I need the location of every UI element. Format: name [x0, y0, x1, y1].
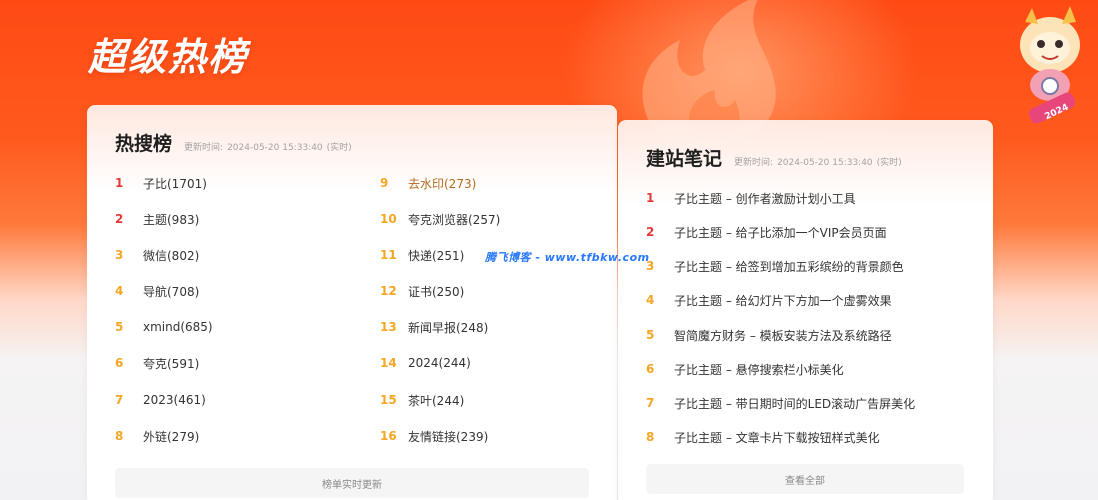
- rank-text[interactable]: 去水印(273): [408, 175, 476, 192]
- rank-text[interactable]: 主题(983): [143, 211, 199, 228]
- notes-item-4[interactable]: 4 子比主题 – 给幻灯片下方加一个虚雾效果: [646, 290, 892, 310]
- notes-item-5[interactable]: 5 智简魔方财务 – 模板安装方法及系统路径: [646, 325, 892, 345]
- rank-text[interactable]: 微信(802): [143, 247, 199, 264]
- notes-item-3[interactable]: 3 子比主题 – 给签到增加五彩缤纷的背景颜色: [646, 256, 904, 276]
- rank-number: 6: [646, 362, 655, 376]
- notes-item-8[interactable]: 8 子比主题 – 文章卡片下载按钮样式美化: [646, 427, 880, 447]
- realtime-tag: (实时): [326, 143, 352, 153]
- rank-text[interactable]: 子比(1701): [143, 175, 207, 192]
- update-label: 更新时间:: [184, 143, 224, 153]
- hot-search-item-9[interactable]: 9 去水印(273): [380, 173, 476, 193]
- notes-item-6[interactable]: 6 子比主题 – 悬停搜索栏小标美化: [646, 359, 844, 379]
- notes-item-1[interactable]: 1 子比主题 – 创作者激励计划小工具: [646, 188, 856, 208]
- hot-search-item-14[interactable]: 14 2024(244): [380, 353, 471, 373]
- notes-update-time: 更新时间: 2024-05-20 15:33:40 (实时): [734, 155, 906, 168]
- update-time: 2024-05-20 15:33:40: [227, 143, 323, 153]
- rank-text[interactable]: 新闻早报(248): [408, 319, 488, 336]
- rank-number: 1: [115, 176, 124, 190]
- rank-text[interactable]: 夸克浏览器(257): [408, 211, 500, 228]
- notes-title: 建站笔记: [646, 148, 723, 170]
- note-link[interactable]: 子比主题 – 创作者激励计划小工具: [674, 190, 856, 207]
- notes-card: 建站笔记 更新时间: 2024-05-20 15:33:40 (实时) 1 子比主题 …: [618, 120, 993, 500]
- rank-number: 8: [115, 429, 124, 443]
- rank-number: 4: [115, 284, 124, 298]
- rank-text[interactable]: 快递(251): [408, 247, 464, 264]
- hot-search-item-11[interactable]: 11 快递(251): [380, 245, 464, 265]
- notes-header: 建站笔记 更新时间: 2024-05-20 15:33:40 (实时): [646, 144, 906, 171]
- rank-number: 7: [646, 396, 655, 410]
- rank-text[interactable]: xmind(685): [143, 320, 213, 334]
- rank-number: 3: [115, 248, 124, 262]
- note-link[interactable]: 智简魔方财务 – 模板安装方法及系统路径: [674, 327, 892, 344]
- hot-search-item-6[interactable]: 6 夸克(591): [115, 353, 199, 373]
- rank-number: 1: [646, 191, 655, 205]
- rank-number: 10: [380, 212, 397, 226]
- rank-text[interactable]: 夸克(591): [143, 355, 199, 372]
- rank-number: 14: [380, 356, 397, 370]
- rank-number: 16: [380, 429, 397, 443]
- rank-number: 6: [115, 356, 124, 370]
- hot-search-item-15[interactable]: 15 茶叶(244): [380, 390, 464, 410]
- watermark-text: 腾飞博客 - www.tfbkw.com: [485, 251, 650, 264]
- hot-search-item-16[interactable]: 16 友情链接(239): [380, 426, 488, 446]
- note-link[interactable]: 子比主题 – 给幻灯片下方加一个虚雾效果: [674, 292, 892, 309]
- hot-search-update-time: 更新时间: 2024-05-20 15:33:40 (实时): [184, 140, 356, 153]
- hot-search-item-1[interactable]: 1 子比(1701): [115, 173, 207, 193]
- hot-search-item-3[interactable]: 3 微信(802): [115, 245, 199, 265]
- page-title: 超级热榜: [88, 35, 249, 79]
- hot-search-header: 热搜榜 更新时间: 2024-05-20 15:33:40 (实时): [115, 129, 356, 156]
- note-link[interactable]: 子比主题 – 文章卡片下载按钮样式美化: [674, 429, 880, 446]
- hot-search-item-5[interactable]: 5 xmind(685): [115, 317, 213, 337]
- view-all-button[interactable]: 查看全部: [646, 464, 964, 494]
- rank-text[interactable]: 2023(461): [143, 393, 206, 407]
- hot-search-item-7[interactable]: 7 2023(461): [115, 390, 206, 410]
- update-label: 更新时间:: [734, 158, 774, 168]
- rank-number: 5: [115, 320, 124, 334]
- rank-number: 12: [380, 284, 397, 298]
- rank-number: 5: [646, 328, 655, 342]
- rank-number: 13: [380, 320, 397, 334]
- rank-number: 3: [646, 259, 655, 273]
- hot-search-item-4[interactable]: 4 导航(708): [115, 281, 199, 301]
- note-link[interactable]: 子比主题 – 给子比添加一个VIP会员页面: [674, 224, 887, 241]
- rank-number: 7: [115, 393, 124, 407]
- notes-item-7[interactable]: 7 子比主题 – 带日期时间的LED滚动广告屏美化: [646, 393, 915, 413]
- hot-search-item-10[interactable]: 10 夸克浏览器(257): [380, 209, 500, 229]
- rank-number: 8: [646, 430, 655, 444]
- flame-icon: [642, 0, 776, 140]
- rank-text[interactable]: 2024(244): [408, 356, 471, 370]
- hot-search-card: 热搜榜 更新时间: 2024-05-20 15:33:40 (实时) 1 子比(170…: [87, 105, 617, 500]
- rank-number: 11: [380, 248, 397, 262]
- rank-number: 15: [380, 393, 397, 407]
- update-time: 2024-05-20 15:33:40: [777, 158, 873, 168]
- dragon-mascot-icon: 2024: [1020, 6, 1080, 124]
- rank-number: 2: [115, 212, 124, 226]
- hot-search-item-8[interactable]: 8 外链(279): [115, 426, 199, 446]
- rank-number: 9: [380, 176, 389, 190]
- hot-search-title: 热搜榜: [115, 133, 173, 155]
- rank-text[interactable]: 茶叶(244): [408, 392, 464, 409]
- rank-text[interactable]: 友情链接(239): [408, 428, 488, 445]
- rank-text[interactable]: 证书(250): [408, 283, 464, 300]
- hot-search-item-2[interactable]: 2 主题(983): [115, 209, 199, 229]
- rank-number: 4: [646, 293, 655, 307]
- notes-item-2[interactable]: 2 子比主题 – 给子比添加一个VIP会员页面: [646, 222, 887, 242]
- hot-search-item-13[interactable]: 13 新闻早报(248): [380, 317, 488, 337]
- note-link[interactable]: 子比主题 – 带日期时间的LED滚动广告屏美化: [674, 395, 915, 412]
- note-link[interactable]: 子比主题 – 悬停搜索栏小标美化: [674, 361, 844, 378]
- realtime-update-button[interactable]: 榜单实时更新: [115, 468, 589, 498]
- note-link[interactable]: 子比主题 – 给签到增加五彩缤纷的背景颜色: [674, 258, 904, 275]
- rank-number: 2: [646, 225, 655, 239]
- rank-text[interactable]: 导航(708): [143, 283, 199, 300]
- rank-text[interactable]: 外链(279): [143, 428, 199, 445]
- realtime-tag: (实时): [876, 158, 902, 168]
- hot-search-item-12[interactable]: 12 证书(250): [380, 281, 464, 301]
